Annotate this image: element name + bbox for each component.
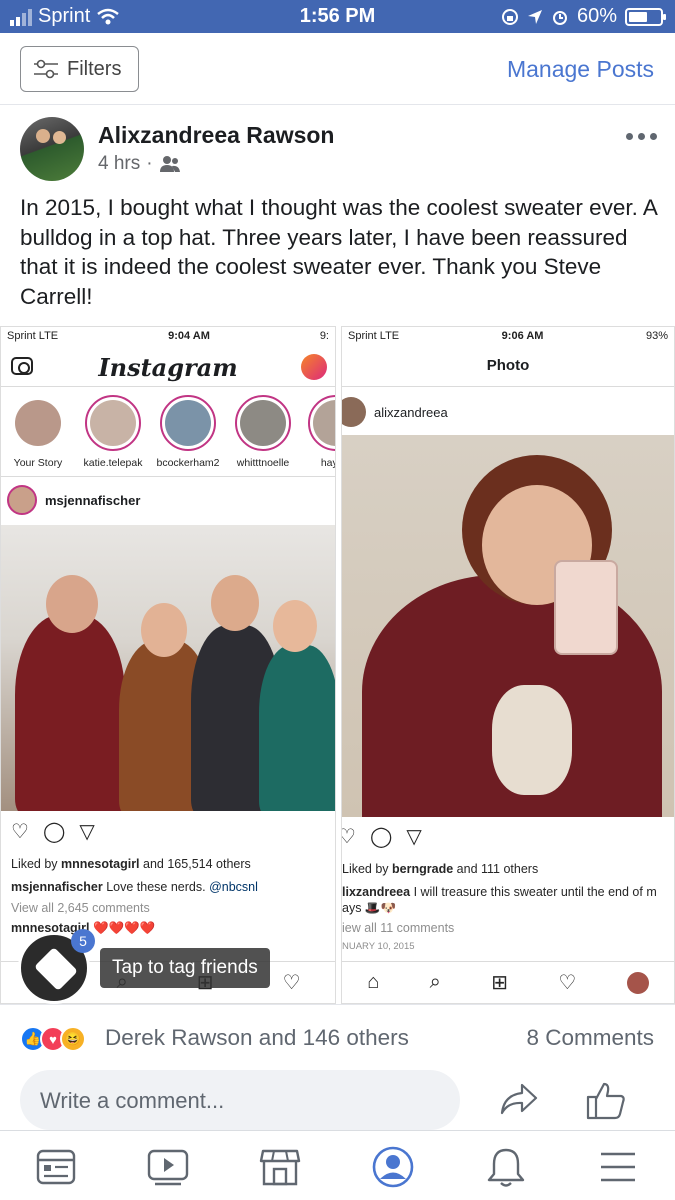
- ig-date: NUARY 10, 2015: [342, 941, 415, 952]
- haha-reaction-icon: 😆: [60, 1026, 86, 1052]
- status-bar: Sprint 1:56 PM 60%: [0, 0, 675, 33]
- story-item: whitttnoelle: [228, 395, 298, 469]
- igtv-icon: [301, 354, 327, 380]
- ig-tab-bar: ⌂⌕⊞♡: [342, 961, 674, 1003]
- instagram-screenshot-photo[interactable]: Sprint LTE 9:06 AM 93% Photo alixzandree…: [341, 326, 675, 1004]
- instagram-logo: Instagram: [98, 353, 238, 382]
- battery-percent: 60%: [576, 5, 617, 27]
- battery-icon: [625, 7, 666, 26]
- more-options-button[interactable]: [626, 133, 657, 140]
- ig-actions: ♡◯▽: [342, 826, 422, 848]
- photo-title: Photo: [486, 357, 530, 374]
- ig-post-user: alixzandreea: [342, 397, 448, 427]
- profile-icon[interactable]: [371, 1145, 415, 1189]
- reaction-names[interactable]: Derek Rawson and 146 others: [105, 1025, 409, 1051]
- tag-friends-hint[interactable]: 5 Tap to tag friends: [18, 929, 270, 1004]
- tag-icon[interactable]: 5: [18, 929, 95, 1004]
- watch-icon[interactable]: [146, 1145, 190, 1189]
- marketplace-icon[interactable]: [258, 1145, 302, 1189]
- comments-count[interactable]: 8 Comments: [526, 1025, 654, 1051]
- tag-friends-label: Tap to tag friends: [100, 948, 270, 988]
- ig-actions: ♡◯▽: [11, 821, 95, 843]
- menu-icon[interactable]: [596, 1145, 640, 1189]
- friends-icon: [159, 156, 180, 172]
- author-name[interactable]: Alixzandreea Rawson: [98, 122, 334, 149]
- author-avatar[interactable]: [20, 117, 84, 181]
- post-header: Alixzandreea Rawson 4 hrs ·: [0, 115, 675, 190]
- sliders-icon: [34, 59, 58, 79]
- tag-count-badge: 5: [71, 929, 95, 953]
- rotation-lock-icon: [501, 8, 518, 25]
- comment-row: Write a comment...: [0, 1070, 675, 1130]
- share-icon[interactable]: [500, 1082, 538, 1116]
- post-media[interactable]: Sprint LTE 9:04 AM 9: Instagram Your Sto…: [0, 326, 675, 1004]
- story-item: katie.telepak: [78, 395, 148, 469]
- post-time[interactable]: 4 hrs: [98, 153, 140, 175]
- story-item: bcockerham2: [153, 395, 223, 469]
- post-toolbar: Filters Manage Posts: [0, 33, 675, 105]
- story-item: Your Story: [3, 395, 73, 469]
- filters-label: Filters: [67, 57, 122, 80]
- ig-caption: lixzandreea I will treasure this sweater…: [342, 885, 657, 899]
- post-text: In 2015, I bought what I thought was the…: [20, 195, 657, 309]
- mini-status-bar: Sprint LTE 9:04 AM 9:: [7, 330, 329, 342]
- location-icon: [527, 9, 542, 24]
- ig-post-user: msjennafischer: [7, 485, 140, 515]
- ig-view-comments: View all 2,645 comments: [11, 901, 150, 915]
- ig-caption-cont: ays 🎩🐶: [342, 901, 397, 915]
- like-thumb-icon[interactable]: [585, 1080, 627, 1120]
- filters-button[interactable]: Filters: [20, 46, 139, 92]
- status-right: 60%: [501, 5, 666, 28]
- manage-posts-link[interactable]: Manage Posts: [507, 56, 654, 83]
- mini-status-bar: Sprint LTE 9:06 AM 93%: [348, 330, 668, 342]
- reactions-bar: 👍 ♥ 😆 Derek Rawson and 146 others 8 Comm…: [0, 1004, 675, 1070]
- stories-row: Your Story katie.telepak bcockerham2 whi…: [1, 389, 335, 477]
- comment-input[interactable]: Write a comment...: [20, 1070, 460, 1130]
- ig-view-comments: iew all 11 comments: [342, 921, 455, 935]
- story-item: hayley: [301, 395, 335, 469]
- reaction-icons[interactable]: 👍 ♥ 😆: [20, 1026, 86, 1052]
- instagram-header: Instagram: [1, 349, 335, 387]
- sweater-selfie-photo: [342, 435, 674, 817]
- post-meta: 4 hrs ·: [98, 153, 181, 175]
- news-feed-icon[interactable]: [34, 1145, 78, 1189]
- photo-header: Photo: [342, 349, 674, 387]
- ig-caption: msjennafischer Love these nerds. @nbcsnl: [11, 880, 258, 894]
- ig-likes: Liked by berngrade and 111 others: [342, 862, 539, 876]
- notifications-icon[interactable]: [484, 1145, 528, 1189]
- group-photo: [1, 525, 335, 811]
- instagram-screenshot-feed[interactable]: Sprint LTE 9:04 AM 9: Instagram Your Sto…: [0, 326, 336, 1004]
- ig-likes: Liked by mnnesotagirl and 165,514 others: [11, 857, 251, 871]
- alarm-icon: [552, 10, 567, 25]
- bottom-nav: [0, 1130, 675, 1200]
